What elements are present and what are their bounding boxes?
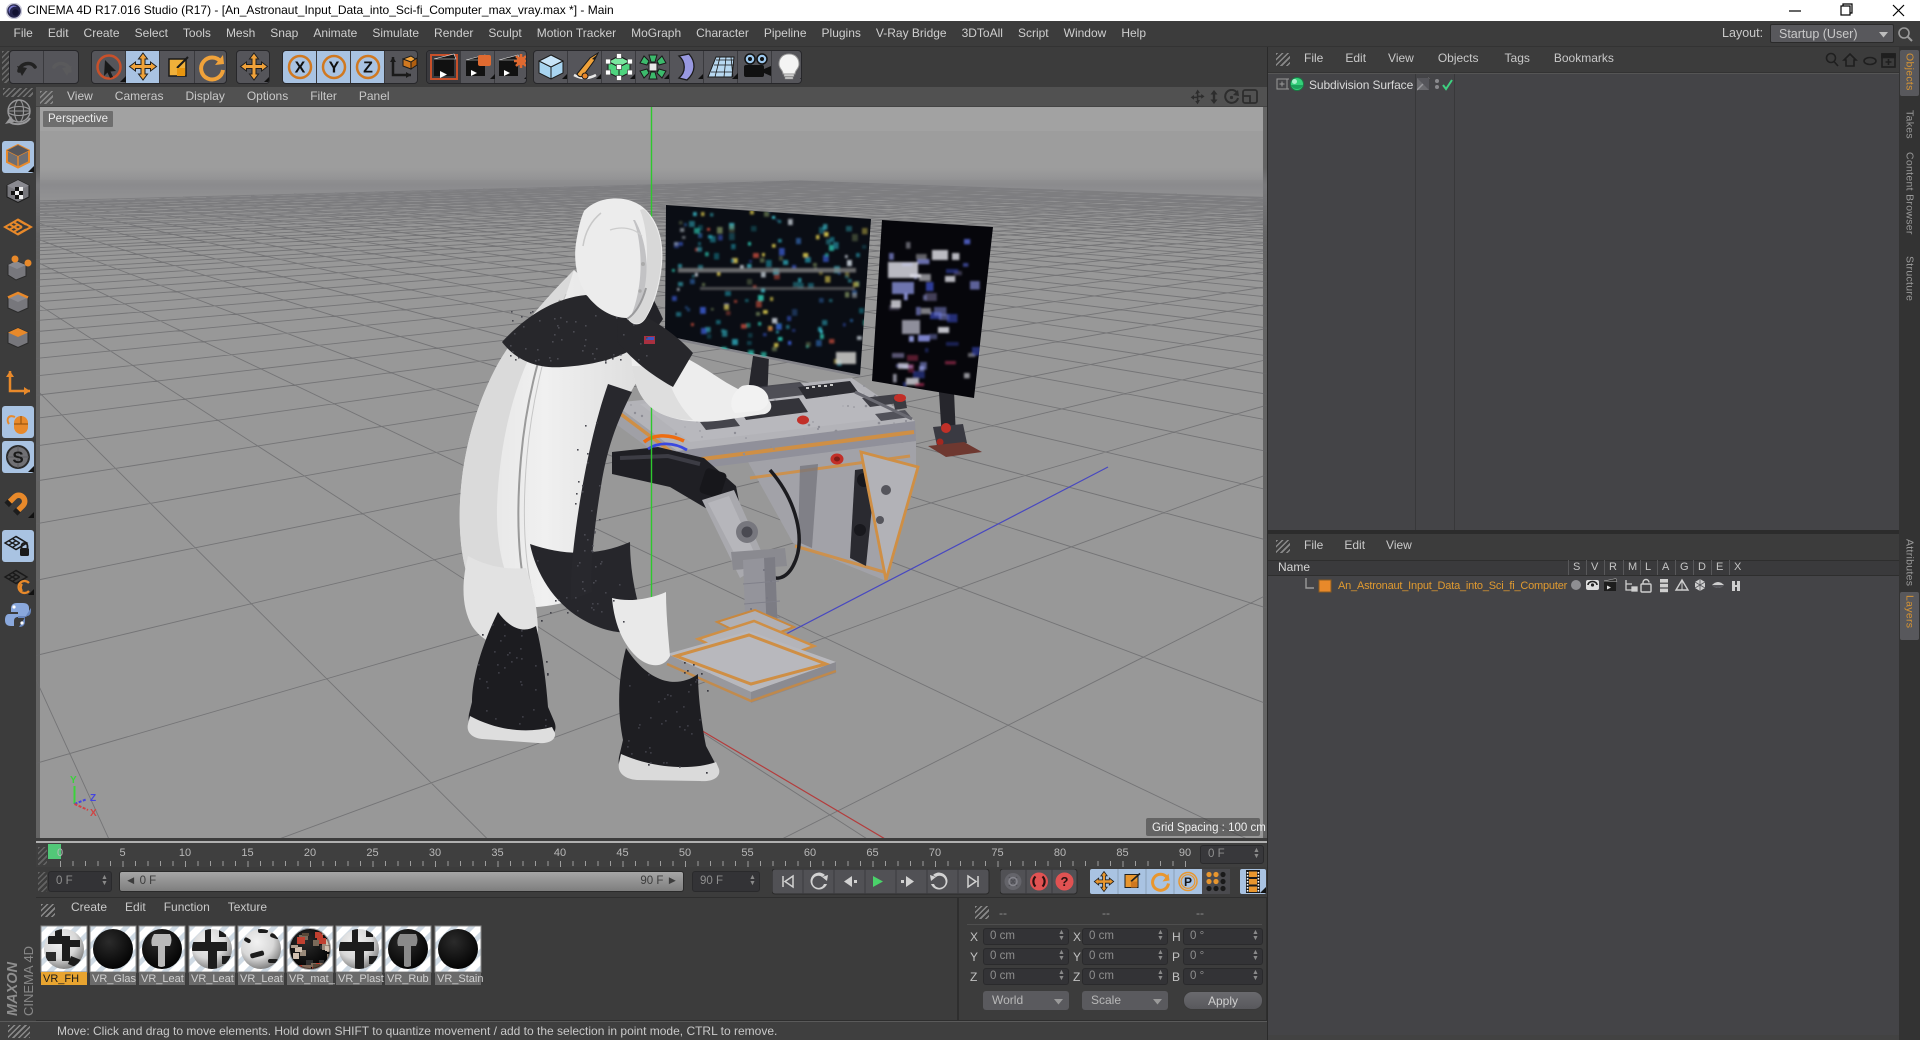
svg-text:60: 60 [804, 847, 816, 859]
svg-text:45: 45 [616, 847, 628, 859]
svg-text:VR_Leat: VR_Leat [141, 973, 184, 985]
svg-text:75: 75 [991, 847, 1003, 859]
svg-text:Z: Z [363, 60, 373, 77]
svg-text:S: S [12, 448, 23, 467]
svg-text:X: X [90, 808, 97, 819]
svg-text:VR_Rub: VR_Rub [387, 973, 429, 985]
svg-text:55: 55 [741, 847, 753, 859]
svg-text:VR_Glas: VR_Glas [92, 973, 137, 985]
svg-text:20: 20 [304, 847, 316, 859]
svg-text:VR_FH: VR_FH [43, 973, 79, 985]
svg-text:30: 30 [429, 847, 441, 859]
svg-text:VR_Plast: VR_Plast [338, 973, 384, 985]
svg-text:50: 50 [679, 847, 691, 859]
svg-text:CINEMA 4D: CINEMA 4D [21, 946, 36, 1016]
svg-text:VR_Leat: VR_Leat [191, 973, 234, 985]
svg-text:85: 85 [1116, 847, 1128, 859]
svg-text:VR_mat_: VR_mat_ [289, 973, 336, 985]
svg-text:90: 90 [1179, 847, 1191, 859]
svg-text:P: P [1184, 875, 1192, 889]
svg-text:5: 5 [119, 847, 125, 859]
svg-text:70: 70 [929, 847, 941, 859]
svg-text:0: 0 [57, 847, 63, 859]
svg-text:Y: Y [329, 60, 340, 77]
svg-text:Y: Y [70, 775, 77, 786]
svg-text:MAXON: MAXON [5, 962, 21, 1017]
svg-text:15: 15 [241, 847, 253, 859]
svg-text:VR_Leat: VR_Leat [240, 973, 283, 985]
svg-text:80: 80 [1054, 847, 1066, 859]
svg-text:65: 65 [866, 847, 878, 859]
svg-text:35: 35 [491, 847, 503, 859]
svg-text:X: X [295, 60, 306, 77]
svg-text:Grid Spacing : 100 cm: Grid Spacing : 100 cm [1152, 822, 1266, 834]
svg-text:10: 10 [179, 847, 191, 859]
svg-text:?: ? [1061, 874, 1069, 889]
svg-text:25: 25 [366, 847, 378, 859]
svg-text:40: 40 [554, 847, 566, 859]
svg-text:VR_Stain: VR_Stain [437, 973, 483, 985]
svg-text:Z: Z [90, 793, 96, 804]
